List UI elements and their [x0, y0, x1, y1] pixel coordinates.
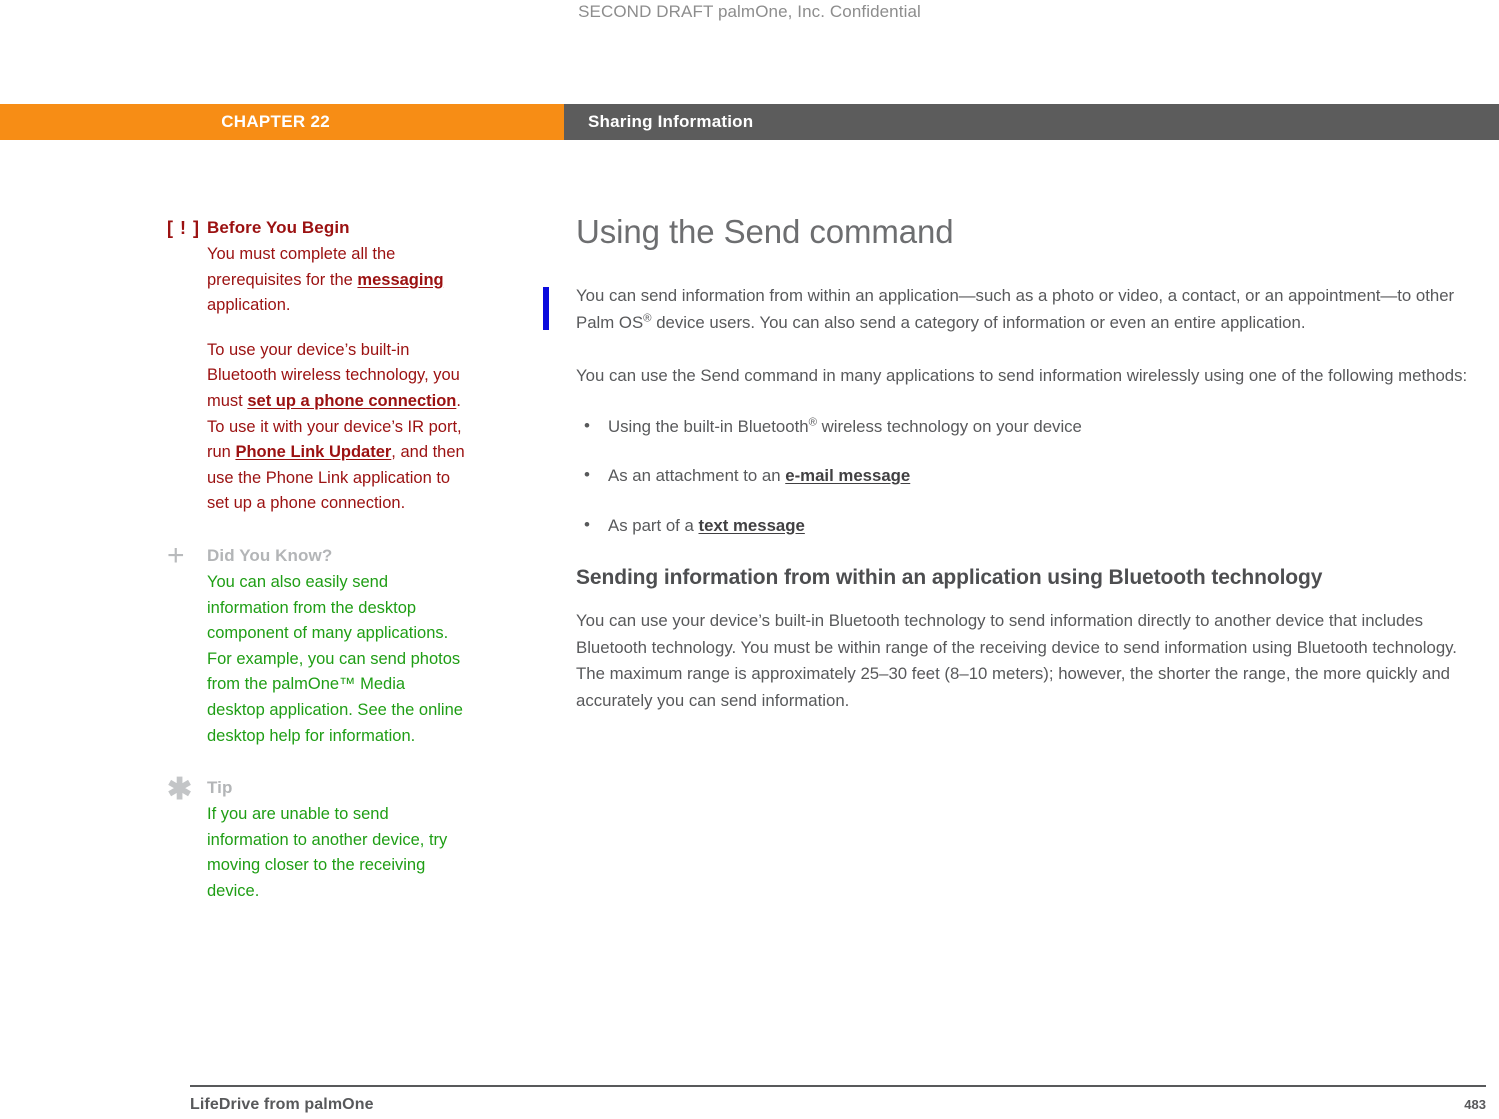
intro-paragraph-2: You can use the Send command in many app… [576, 366, 1468, 385]
page-title: Using the Send command [576, 213, 954, 250]
section-label: Sharing Information [588, 112, 754, 131]
change-bar-marker [543, 287, 549, 330]
note-header: + Did You Know? [167, 538, 467, 572]
intro-paragraph-1: You can send information from within an … [576, 283, 1488, 336]
note-paragraph: To use your device’s built-in Bluetooth … [207, 338, 467, 517]
note-body: If you are unable to send information to… [207, 802, 467, 904]
note-paragraph: You must complete all the prerequisites … [207, 242, 467, 319]
registered-mark: ® [643, 311, 652, 324]
footer-divider [190, 1085, 1486, 1087]
chapter-banner: CHAPTER 22 Sharing Information [0, 104, 1499, 140]
main-content: Using the Send command You can send info… [543, 212, 1488, 741]
note-tip: ✱ Tip If you are unable to send informat… [167, 775, 467, 904]
text-run: wireless technology on your device [816, 416, 1082, 436]
footer-page-number: 483 [1464, 1097, 1486, 1112]
page-footer: LifeDrive from palmOne 483 [190, 1096, 1486, 1114]
asterisk-icon: ✱ [167, 773, 193, 807]
body-paragraph: You can use your device’s built-in Bluet… [576, 611, 1457, 710]
link-set-up-phone-connection[interactable]: set up a phone connection [247, 392, 456, 410]
banner-section-segment: Sharing Information [564, 104, 1499, 140]
text-run: device users. You can also send a catego… [651, 312, 1306, 332]
note-body: You can also easily send information fro… [207, 570, 467, 749]
link-e-mail-message[interactable]: e-mail message [785, 466, 910, 485]
footer-product-name: LifeDrive from palmOne [190, 1096, 374, 1113]
note-paragraph: You can also easily send information fro… [207, 572, 463, 745]
note-body: You must complete all the prerequisites … [207, 242, 467, 517]
link-phone-link-updater[interactable]: Phone Link Updater [235, 443, 391, 461]
note-did-you-know: + Did You Know? You can also easily send… [167, 538, 467, 749]
note-title: Before You Begin [207, 218, 350, 237]
chapter-label: CHAPTER 22 [221, 112, 330, 131]
text-run: As part of a [608, 515, 699, 535]
note-header: [ ! ] Before You Begin [167, 215, 467, 241]
sidebar: [ ! ] Before You Begin You must complete… [167, 215, 467, 904]
note-paragraph: If you are unable to send information to… [207, 805, 448, 900]
banner-chapter-segment: CHAPTER 22 [0, 104, 564, 140]
warning-icon: [ ! ] [167, 218, 200, 238]
text-run: application. [207, 296, 291, 315]
note-title: Tip [207, 778, 233, 798]
plus-icon: + [167, 538, 185, 572]
list-item: Using the built-in Bluetooth® wireless t… [576, 413, 1488, 441]
link-text-message[interactable]: text message [698, 516, 804, 535]
registered-mark: ® [808, 415, 817, 428]
section-subheading: Sending information from within an appli… [576, 566, 1323, 589]
draft-header: SECOND DRAFT palmOne, Inc. Confidential [578, 2, 921, 21]
list-item: As part of a text message [576, 512, 1488, 540]
text-run: Using the built-in Bluetooth [608, 416, 809, 436]
note-before-you-begin: [ ! ] Before You Begin You must complete… [167, 215, 467, 517]
intro-paragraph-wrapper: You can send information from within an … [543, 283, 1488, 336]
list-item: As an attachment to an e-mail message [576, 462, 1488, 490]
link-messaging[interactable]: messaging [357, 271, 443, 289]
note-header: ✱ Tip [167, 775, 467, 805]
text-run: As an attachment to an [608, 466, 786, 485]
note-title: Did You Know? [207, 545, 333, 565]
methods-list: Using the built-in Bluetooth® wireless t… [576, 413, 1488, 540]
